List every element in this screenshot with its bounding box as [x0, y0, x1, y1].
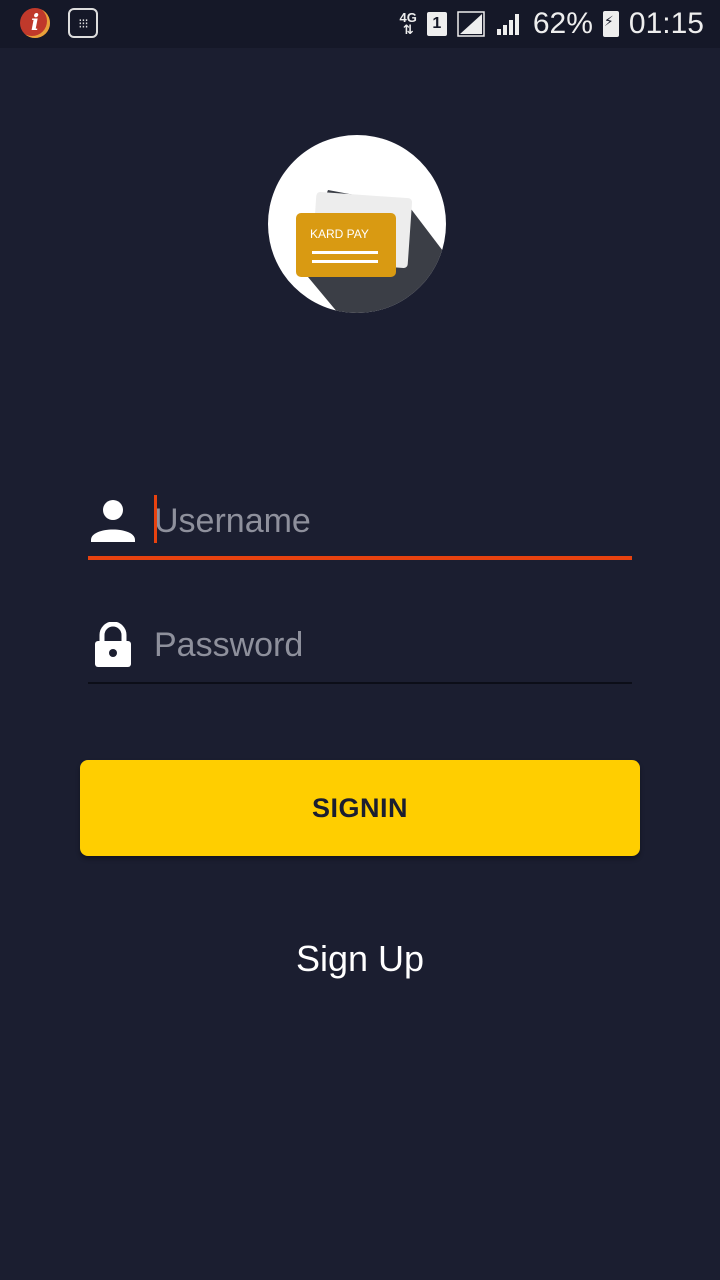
- network-type: 4G: [399, 10, 417, 25]
- password-input[interactable]: [154, 612, 624, 678]
- calculator-icon: ⁝⁝⁝: [68, 8, 98, 38]
- user-icon: [91, 500, 135, 542]
- info-app-icon: i: [20, 8, 50, 38]
- username-field: [88, 480, 632, 560]
- 4g-data-icon: 4G ⇅: [399, 10, 417, 37]
- status-bar: i ⁝⁝⁝ 4G⇅ 1 62% 01:15: [0, 0, 720, 48]
- clock: 01:15: [628, 7, 704, 40]
- battery-charging-icon: [602, 11, 619, 37]
- battery-percent: 62%: [532, 7, 593, 40]
- signal-icon: [496, 14, 519, 35]
- username-input[interactable]: [154, 488, 624, 554]
- sim-slot: 1: [432, 15, 442, 32]
- password-underline: [88, 682, 632, 684]
- username-underline: [88, 556, 632, 560]
- notification-icons: i ⁝⁝⁝: [20, 8, 98, 38]
- signal-icon: [457, 11, 485, 37]
- sim-icon: 1: [426, 12, 447, 36]
- system-status: 4G⇅ 1 62% 01:15: [400, 7, 704, 41]
- logo-brand-text: KARD PAY: [310, 227, 369, 241]
- card-logo-icon: KARD PAY: [296, 175, 446, 313]
- text-cursor: [154, 495, 157, 543]
- lock-icon: [95, 622, 131, 667]
- signup-link[interactable]: Sign Up: [0, 938, 720, 980]
- app-logo: KARD PAY: [268, 135, 446, 313]
- password-field: [88, 604, 632, 684]
- signin-button[interactable]: SIGNIN: [80, 760, 640, 856]
